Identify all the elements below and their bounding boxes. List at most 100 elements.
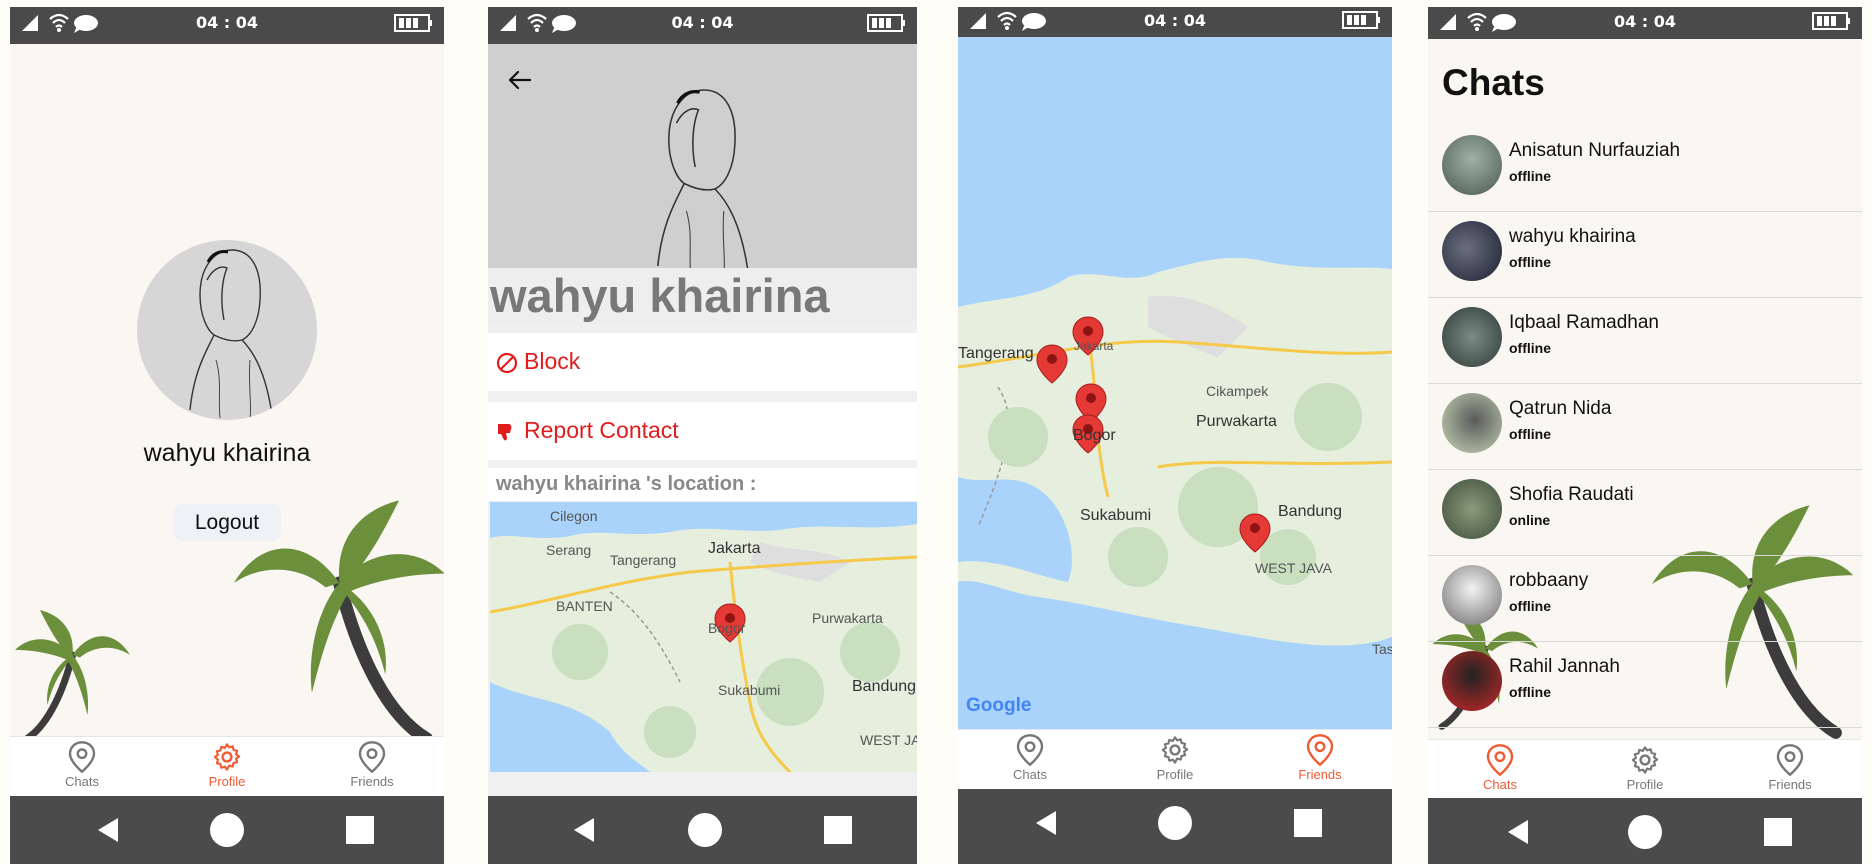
thumbs-down-icon	[498, 424, 512, 441]
map-label: Bogor	[1073, 427, 1116, 444]
report-contact-button[interactable]: Report Contact	[488, 402, 917, 460]
chat-contact-name: Qatrun Nida	[1509, 398, 1612, 419]
system-nav-bar	[10, 796, 444, 864]
back-triangle-icon[interactable]	[554, 796, 614, 864]
avatar	[1442, 135, 1502, 195]
gear-icon	[213, 743, 241, 771]
map-label: Sukabumi	[718, 682, 781, 698]
contact-sketch-image	[656, 88, 750, 277]
chat-list-item[interactable]: Shofia Raudati online	[1428, 469, 1862, 556]
location-heading: wahyu khairina 's location :	[488, 468, 917, 501]
bottom-tab-bar: Chats Profile Friends	[958, 729, 1392, 790]
report-contact-label: Report Contact	[524, 417, 679, 443]
chat-contact-status: offline	[1509, 426, 1551, 442]
location-pin-icon	[358, 741, 386, 773]
status-bar: 04 : 04	[488, 7, 917, 44]
battery-icon	[1812, 12, 1850, 30]
recents-square-icon[interactable]	[330, 796, 390, 864]
chat-list-item[interactable]: Iqbaal Ramadhan offline	[1428, 297, 1862, 384]
bottom-tab-bar: Chats Profile Friends	[10, 736, 444, 799]
tab-profile[interactable]: Profile	[1103, 730, 1247, 792]
tab-chats[interactable]: Chats	[10, 737, 154, 799]
location-pin-icon	[1486, 744, 1514, 776]
tab-friends[interactable]: Friends	[300, 737, 444, 799]
block-button[interactable]: Block	[488, 333, 917, 391]
chat-contact-name: wahyu khairina	[1509, 226, 1636, 247]
chat-list-item[interactable]: Qatrun Nida offline	[1428, 383, 1862, 470]
clock: 04 : 04	[195, 13, 259, 32]
chat-contact-status: online	[1509, 512, 1551, 528]
back-triangle-icon[interactable]	[1016, 789, 1076, 857]
tab-chats[interactable]: Chats	[958, 730, 1102, 792]
recents-square-icon[interactable]	[1278, 789, 1338, 857]
contact-detail-screen: 04 : 04 wahyu khairina Block Report Cont…	[488, 7, 917, 864]
chat-contact-name: robbaany	[1509, 570, 1589, 591]
chat-contact-name: Shofia Raudati	[1509, 484, 1634, 505]
map-label: Bandung	[852, 678, 917, 695]
chat-contact-name: Iqbaal Ramadhan	[1509, 312, 1659, 333]
chat-contact-name: Anisatun Nurfauziah	[1509, 140, 1681, 161]
tab-friends[interactable]: Friends	[1248, 730, 1392, 792]
profile-screen: 04 : 04 wahyu khairina Logout Chats Prof…	[10, 7, 444, 864]
logout-button[interactable]: Logout	[173, 504, 281, 541]
back-triangle-icon[interactable]	[78, 796, 138, 864]
tab-label: Chats	[1013, 767, 1047, 782]
battery-icon	[1342, 11, 1380, 29]
home-circle-icon[interactable]	[1145, 789, 1205, 857]
tab-label: Profile	[208, 774, 246, 789]
chat-contact-status: offline	[1509, 254, 1551, 270]
chat-contact-name: Rahil Jannah	[1509, 656, 1620, 677]
location-pin-icon	[1306, 734, 1334, 766]
map-label: Tas	[1372, 641, 1392, 657]
system-nav-bar	[958, 789, 1392, 864]
chat-contact-status: offline	[1509, 168, 1551, 184]
status-bar: 04 : 04	[958, 7, 1392, 37]
back-triangle-icon[interactable]	[1488, 798, 1548, 864]
chats-screen: 04 : 04 Chats Anisatun Nurfauziah offlin…	[1428, 7, 1862, 864]
home-circle-icon[interactable]	[197, 796, 257, 864]
map-label: Bandung	[1278, 503, 1343, 520]
chat-contact-status: offline	[1509, 340, 1551, 356]
system-nav-bar	[1428, 798, 1862, 864]
map-label: BANTEN	[556, 598, 613, 614]
chat-list-item[interactable]: robbaany offline	[1428, 555, 1862, 642]
tab-profile[interactable]: Profile	[1573, 740, 1717, 802]
contact-photo-header	[488, 44, 917, 277]
contact-location-map[interactable]: Cilegon Serang Tangerang Jakarta BANTEN …	[490, 502, 917, 772]
recents-square-icon[interactable]	[808, 796, 868, 864]
chat-list-item[interactable]: wahyu khairina offline	[1428, 211, 1862, 298]
chat-list-item[interactable]: Anisatun Nurfauziah offline	[1428, 125, 1862, 212]
chat-list-item[interactable]: Rahil Jannah offline	[1428, 641, 1862, 728]
clock: 04 : 04	[671, 13, 734, 32]
tab-friends[interactable]: Friends	[1718, 740, 1862, 802]
block-label: Block	[524, 348, 581, 374]
palm-tree-decoration	[10, 610, 130, 740]
tab-chats[interactable]: Chats	[1428, 740, 1572, 802]
tab-label: Friends	[350, 774, 394, 789]
tab-label: Profile	[1156, 767, 1194, 782]
recents-square-icon[interactable]	[1748, 798, 1808, 864]
battery-icon	[394, 14, 432, 32]
tab-label: Friends	[1768, 777, 1812, 792]
system-nav-bar	[488, 796, 917, 864]
tab-label: Friends	[1298, 767, 1342, 782]
tab-label: Profile	[1626, 777, 1664, 792]
home-circle-icon[interactable]	[675, 796, 735, 864]
avatar	[1442, 565, 1502, 625]
friends-map-screen: 04 : 04 Tangerang Jakarta Cikampek Purwa…	[958, 7, 1392, 864]
avatar-sketch-image	[188, 248, 274, 420]
map-label: Cikampek	[1206, 383, 1269, 399]
friends-map[interactable]: Tangerang Jakarta Cikampek Purwakarta Bo…	[958, 37, 1392, 729]
bottom-tab-bar: Chats Profile Friends	[1428, 739, 1862, 798]
map-label: Jakarta	[708, 540, 761, 557]
chat-contact-status: offline	[1509, 598, 1551, 614]
back-arrow-icon[interactable]	[506, 66, 534, 94]
location-pin-icon	[68, 741, 96, 773]
avatar	[1442, 651, 1502, 711]
block-icon	[496, 352, 518, 374]
tab-profile[interactable]: Profile	[155, 737, 299, 799]
home-circle-icon[interactable]	[1615, 798, 1675, 864]
battery-icon	[867, 14, 905, 32]
chat-contact-status: offline	[1509, 684, 1551, 700]
map-label: Cilegon	[550, 508, 598, 524]
